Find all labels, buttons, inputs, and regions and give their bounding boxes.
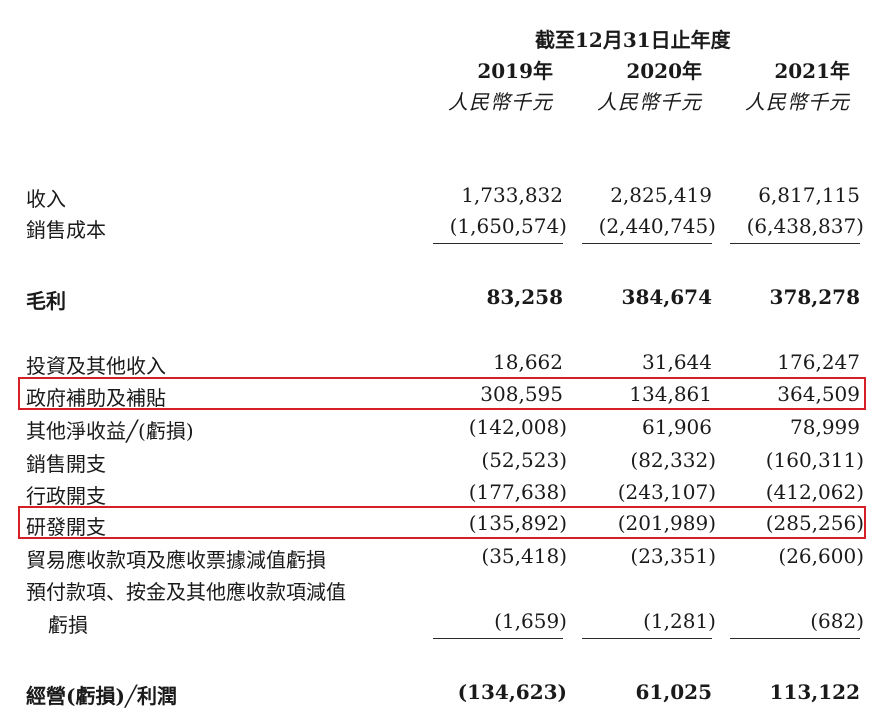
other-net-gains-2019: (142,008) bbox=[468, 415, 567, 439]
year-2019-header: 2019年 bbox=[477, 59, 553, 83]
government-grants-2019: 308,595 bbox=[480, 382, 563, 406]
subtotal-rule bbox=[582, 243, 712, 244]
revenue-2021: 6,817,115 bbox=[758, 183, 860, 207]
row-label-cost-of-sales: 銷售成本 bbox=[26, 218, 106, 242]
row-label-gross-profit: 毛利 bbox=[26, 289, 66, 313]
rnd-expenses-2021: (285,256) bbox=[765, 511, 864, 535]
trade-receivables-impairment-2020: (23,351) bbox=[630, 544, 716, 568]
prepayments-impairment-2021: (682) bbox=[810, 609, 864, 633]
revenue-2020: 2,825,419 bbox=[610, 183, 712, 207]
financial-statement: { "header": { "period": "截至12月31日止年度", "… bbox=[0, 0, 878, 716]
subtotal-rule bbox=[582, 638, 712, 639]
gross-profit-2019: 83,258 bbox=[486, 285, 563, 309]
revenue-2019: 1,733,832 bbox=[461, 183, 563, 207]
prepayments-impairment-2019: (1,659) bbox=[494, 609, 567, 633]
rnd-expenses-2020: (201,989) bbox=[617, 511, 716, 535]
operating-profit-2021: 113,122 bbox=[769, 680, 860, 704]
government-grants-2020: 134,861 bbox=[629, 382, 712, 406]
other-net-gains-2020: 61,906 bbox=[642, 415, 712, 439]
row-label-other-net-gains: 其他淨收益╱(虧損) bbox=[26, 419, 194, 443]
year-2020-header: 2020年 bbox=[626, 59, 702, 83]
selling-expenses-2021: (160,311) bbox=[765, 448, 864, 472]
operating-profit-2020: 61,025 bbox=[635, 680, 712, 704]
operating-profit-2019: (134,623) bbox=[457, 680, 567, 704]
row-label-rnd-expenses: 研發開支 bbox=[26, 515, 106, 539]
gross-profit-2020: 384,674 bbox=[621, 285, 712, 309]
period-header: 截至12月31日止年度 bbox=[535, 28, 731, 52]
investment-income-2021: 176,247 bbox=[777, 350, 860, 374]
subtotal-rule bbox=[730, 638, 860, 639]
prepayments-impairment-2020: (1,281) bbox=[643, 609, 716, 633]
row-label-prepayments-impairment: 預付款項、按金及其他應收款項減值 bbox=[26, 580, 346, 604]
rnd-expenses-2019: (135,892) bbox=[468, 511, 567, 535]
row-label-selling-expenses: 銷售開支 bbox=[26, 452, 106, 476]
unit-2021: 人民幣千元 bbox=[745, 90, 850, 114]
selling-expenses-2020: (82,332) bbox=[630, 448, 716, 472]
row-label-government-grants: 政府補助及補貼 bbox=[26, 386, 166, 410]
row-label-admin-expenses: 行政開支 bbox=[26, 484, 106, 508]
row-label-revenue: 收入 bbox=[26, 187, 66, 211]
government-grants-2021: 364,509 bbox=[777, 382, 860, 406]
subtotal-rule bbox=[433, 638, 563, 639]
investment-income-2020: 31,644 bbox=[642, 350, 712, 374]
year-2021-header: 2021年 bbox=[774, 59, 850, 83]
unit-2020: 人民幣千元 bbox=[597, 90, 702, 114]
admin-expenses-2021: (412,062) bbox=[765, 480, 864, 504]
row-label-prepayments-impairment-cont: 虧損 bbox=[48, 613, 88, 637]
row-label-operating-profit: 經營(虧損)╱利潤 bbox=[26, 684, 177, 708]
subtotal-rule bbox=[433, 243, 563, 244]
cost-of-sales-2021: (6,438,837) bbox=[746, 214, 864, 238]
admin-expenses-2020: (243,107) bbox=[617, 480, 716, 504]
admin-expenses-2019: (177,638) bbox=[468, 480, 567, 504]
trade-receivables-impairment-2021: (26,600) bbox=[778, 544, 864, 568]
other-net-gains-2021: 78,999 bbox=[790, 415, 860, 439]
trade-receivables-impairment-2019: (35,418) bbox=[481, 544, 567, 568]
unit-2019: 人民幣千元 bbox=[448, 90, 553, 114]
row-label-trade-receivables-impairment: 貿易應收款項及應收票據減值虧損 bbox=[26, 548, 326, 572]
subtotal-rule bbox=[730, 243, 860, 244]
gross-profit-2021: 378,278 bbox=[769, 285, 860, 309]
cost-of-sales-2020: (2,440,745) bbox=[598, 214, 716, 238]
row-label-investment-income: 投資及其他收入 bbox=[26, 354, 166, 378]
investment-income-2019: 18,662 bbox=[493, 350, 563, 374]
selling-expenses-2019: (52,523) bbox=[481, 448, 567, 472]
cost-of-sales-2019: (1,650,574) bbox=[449, 214, 567, 238]
